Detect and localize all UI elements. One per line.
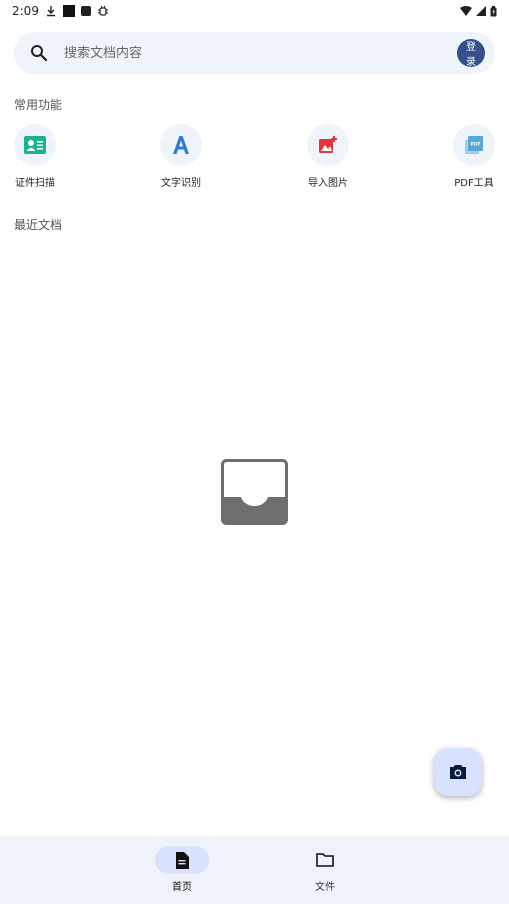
status-right [460, 5, 497, 17]
recent-documents-title: 最近文档 [14, 218, 63, 232]
status-bar: 2:09 [0, 0, 509, 22]
nav-home-pill[interactable] [155, 846, 209, 874]
nav-home-label: 首页 [172, 882, 192, 893]
feature-grid: 证件扫描 文字识别 导入图片 PDF PDF工具 [0, 124, 509, 194]
feature-id-scan-label: 证件扫描 [15, 178, 55, 189]
folder-icon [316, 853, 334, 867]
wifi-icon [460, 6, 472, 16]
signal-icon [476, 6, 486, 16]
battery-icon [490, 5, 497, 16]
svg-text:PDF: PDF [470, 142, 480, 148]
nav-files[interactable]: 文件 [285, 846, 365, 893]
search-input[interactable] [62, 44, 457, 62]
feature-import-image-label: 导入图片 [308, 178, 348, 189]
status-time: 2:09 [12, 4, 39, 18]
document-icon [176, 851, 189, 869]
empty-inbox-icon [221, 459, 288, 525]
search-icon[interactable] [28, 42, 50, 64]
nav-files-label: 文件 [315, 882, 335, 893]
status-left: 2:09 [12, 4, 109, 18]
id-card-icon [24, 136, 46, 154]
download-icon [46, 6, 55, 17]
feature-id-scan[interactable]: 证件扫描 [0, 124, 75, 189]
feature-text-recognition-circle[interactable] [160, 124, 202, 166]
login-button[interactable]: 登录 [457, 39, 485, 68]
feature-pdf-tools-label: PDF工具 [454, 178, 494, 189]
feature-import-image[interactable]: 导入图片 [288, 124, 368, 189]
feature-text-recognition[interactable]: 文字识别 [141, 124, 221, 189]
camera-icon [450, 765, 466, 779]
text-recognition-icon [173, 136, 189, 154]
notification-app-icon [80, 6, 91, 16]
feature-text-recognition-label: 文字识别 [161, 178, 201, 189]
camera-fab[interactable] [434, 748, 482, 796]
debug-icon [97, 5, 108, 16]
feature-pdf-tools-circle[interactable]: PDF [453, 124, 495, 166]
feature-import-image-circle[interactable] [307, 124, 349, 166]
common-functions-title: 常用功能 [14, 98, 63, 112]
bottom-navigation: 首页 文件 [0, 836, 509, 904]
feature-pdf-tools[interactable]: PDF PDF工具 [434, 124, 509, 189]
search-bar[interactable]: 登录 [14, 32, 495, 74]
nav-home[interactable]: 首页 [142, 846, 222, 893]
pdf-icon: PDF [465, 136, 483, 154]
notification-square-icon [62, 5, 75, 17]
nav-files-pill[interactable] [298, 846, 352, 874]
add-image-icon [319, 136, 337, 153]
feature-id-scan-circle[interactable] [14, 124, 56, 166]
